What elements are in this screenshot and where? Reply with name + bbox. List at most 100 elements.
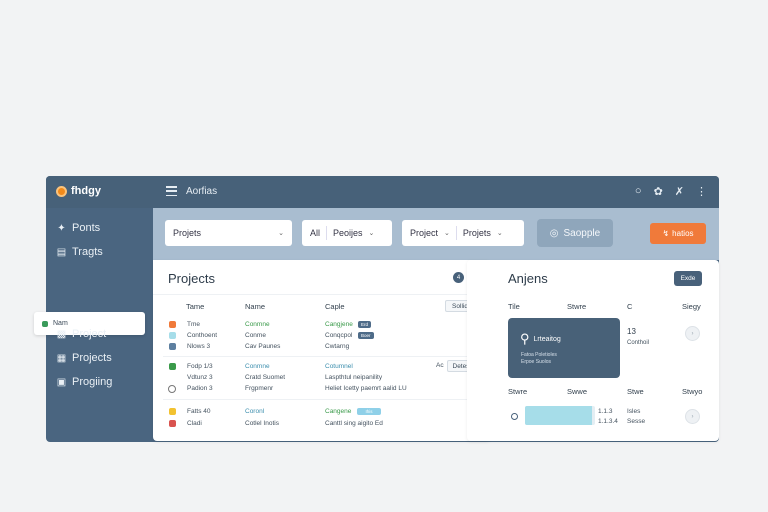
projects-panel: Projects 4 ⌄ Tame Name Caple Sollid Tme … <box>153 260 490 441</box>
table-cell[interactable]: Conmne <box>245 321 270 328</box>
table-cell: Heliet Icetty paemrt aalid LU <box>325 385 407 392</box>
app-window: fhdgy Aorfias ○ ✿ ✗ ⋮ ✦ Ponts ▤ Tragts N… <box>34 176 719 442</box>
table-cell: Conthoent <box>187 332 217 339</box>
table-cell: Conqcpol <box>325 332 353 339</box>
sample-button[interactable]: ◎ Saopple <box>537 219 613 247</box>
app-logo[interactable]: fhdgy <box>56 185 101 197</box>
column-header-name[interactable]: Name <box>245 302 265 311</box>
column-header-siegy[interactable]: Siegy <box>682 302 701 311</box>
primary-action-button[interactable]: ↯ hatios <box>650 223 706 244</box>
table-cell[interactable]: Coronl <box>245 408 264 415</box>
table-cell: Tme <box>187 321 200 328</box>
side-label: Conthoil <box>627 340 650 346</box>
tag-pill: Erd <box>358 321 372 328</box>
divider <box>326 226 328 240</box>
table-cell: Cotlel Inotis <box>245 420 279 427</box>
top-bar: fhdgy Aorfias ○ ✿ ✗ ⋮ <box>46 176 719 208</box>
sidebar-item-project[interactable]: ▩ Project <box>56 328 106 340</box>
divider <box>163 399 480 400</box>
progress-label: Isles <box>627 408 641 415</box>
table-cell[interactable]: Cangjene <box>325 321 353 328</box>
radio-circle-icon[interactable] <box>168 385 176 393</box>
card-header: ⚲ Lrteaitog <box>520 331 561 346</box>
chevron-down-icon: ⌄ <box>368 230 375 237</box>
chevron-down-icon: ⌄ <box>444 230 450 237</box>
divider <box>153 294 490 295</box>
projects-count-badge: 4 <box>453 272 464 283</box>
card-subtitle: Erpoe Suolos <box>521 359 552 365</box>
table-cell: Cladi <box>187 420 202 427</box>
anjens-title: Anjens <box>508 271 548 286</box>
status-square-icon <box>169 321 176 328</box>
ring-icon <box>511 413 518 420</box>
filter-bar: Projets ⌄ All Peoijes ⌄ Project ⌄ Projet… <box>153 208 719 260</box>
sidebar-item-projects[interactable]: ▦ Projects <box>56 352 112 364</box>
filter-project-dropdown[interactable]: Project ⌄ Projets ⌄ <box>402 220 524 246</box>
hamburger-menu-icon[interactable] <box>166 186 177 196</box>
progress-bar <box>525 406 595 425</box>
side-value: 13 <box>627 327 636 336</box>
table-cell[interactable]: Cotumnel <box>325 363 353 370</box>
bar-chart-icon: ▩ <box>56 328 67 340</box>
table-cell[interactable]: Cangene <box>325 408 351 415</box>
grid-icon: ▦ <box>56 352 67 364</box>
progress-value: 1.1.3.4 <box>598 418 618 425</box>
column-header-stwe[interactable]: Stwe <box>627 387 644 396</box>
more-vertical-icon[interactable]: ⋮ <box>696 185 707 198</box>
divider <box>455 226 457 240</box>
column-header-tame[interactable]: Tame <box>186 302 204 311</box>
search-icon: ⚲ <box>520 331 530 346</box>
tag-pill: Ihis <box>357 408 381 415</box>
status-square-icon <box>169 408 176 415</box>
anjens-panel-button[interactable]: Exde <box>674 271 702 286</box>
progress-fill <box>525 406 592 425</box>
pin-icon: ✦ <box>57 222 66 234</box>
column-header-swwe[interactable]: Swwe <box>567 387 587 396</box>
status-square-icon <box>169 332 176 339</box>
column-header-caple[interactable]: Caple <box>325 302 345 311</box>
table-cell: Nlows 3 <box>187 343 211 350</box>
column-header-stwyo[interactable]: Stwyo <box>682 387 702 396</box>
table-cell: Vdtunz 3 <box>187 374 213 381</box>
column-header-c[interactable]: C <box>627 302 632 311</box>
chevron-down-icon: ⌄ <box>496 230 503 237</box>
column-header-tile[interactable]: Tile <box>508 302 520 311</box>
document-icon: ▤ <box>56 246 67 258</box>
filter-all-dropdown[interactable]: All Peoijes ⌄ <box>302 220 392 246</box>
tag-pill: Boer <box>358 332 374 339</box>
filter-projets-dropdown[interactable]: Projets ⌄ <box>165 220 292 246</box>
table-cell[interactable]: Conmne <box>245 363 270 370</box>
sidebar-item-progiing[interactable]: ▣ Progiing <box>56 376 113 388</box>
table-cell: Cratd Suomet <box>245 374 286 381</box>
expand-icon[interactable]: ✗ <box>675 185 684 198</box>
table-cell: Laspthtul neipanility <box>325 374 383 381</box>
projects-title: Projects <box>168 271 215 286</box>
table-cell: Conme <box>245 332 266 339</box>
expand-circle-icon[interactable]: › <box>685 326 700 341</box>
table-cell: Cwtarng <box>325 343 350 350</box>
top-actions: ○ ✿ ✗ ⋮ <box>635 185 707 198</box>
progress-label: Sesse <box>627 418 646 425</box>
progress-value: 1.1.3 <box>598 408 613 415</box>
status-icon <box>42 320 48 327</box>
table-cell: Padion 3 <box>187 385 213 392</box>
summary-card[interactable]: ⚲ Lrteaitog Fatoa Poletioles Erpoe Suolo… <box>508 318 620 378</box>
sidebar-item-tragts[interactable]: ▤ Tragts <box>56 246 103 258</box>
chevron-down-icon: ⌄ <box>278 230 284 237</box>
app-name: fhdgy <box>71 185 101 197</box>
sidebar-item-ponts[interactable]: ✦ Ponts <box>56 222 100 234</box>
card-subtitle: Fatoa Poletioles <box>521 352 557 358</box>
expand-circle-icon[interactable]: › <box>685 409 700 424</box>
bolt-icon: ↯ <box>662 229 670 238</box>
notification-icon[interactable]: ○ <box>635 185 642 198</box>
status-square-icon <box>169 420 176 427</box>
column-header-stwre-2[interactable]: Stwre <box>508 387 527 396</box>
table-cell: Frgpmenr <box>245 385 274 392</box>
column-header-stwre[interactable]: Stwre <box>567 302 586 311</box>
section-title: Aorfias <box>186 186 218 197</box>
status-square-icon <box>169 343 176 350</box>
list-icon: ▣ <box>56 376 67 388</box>
settings-icon[interactable]: ✿ <box>654 185 663 198</box>
table-cell: Canttl sing aigito Ed <box>325 420 383 427</box>
anjens-panel: Anjens Exde Tile Stwre C Siegy ⚲ Lrteait… <box>467 260 719 441</box>
